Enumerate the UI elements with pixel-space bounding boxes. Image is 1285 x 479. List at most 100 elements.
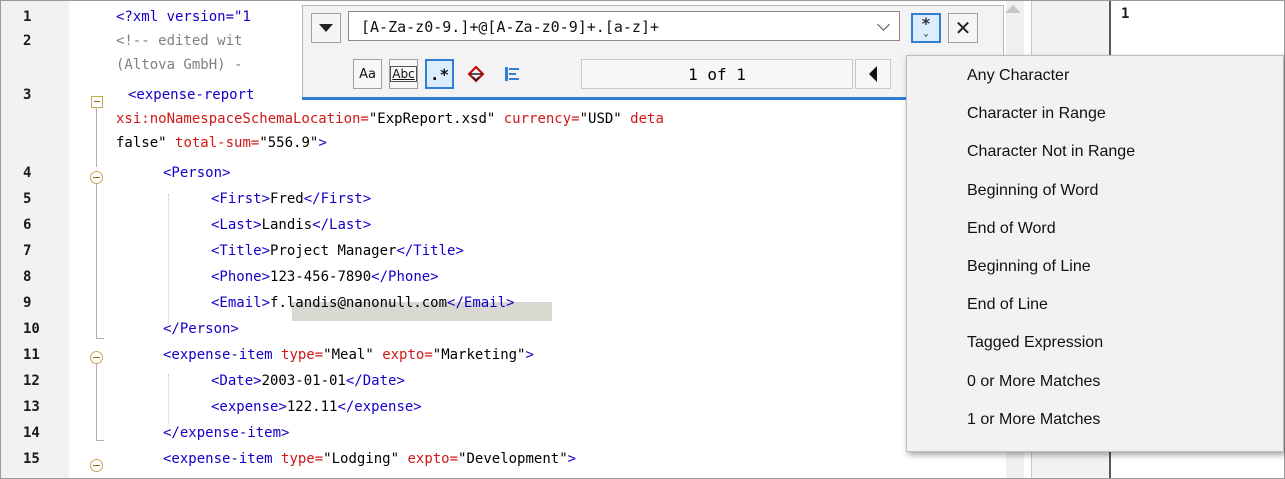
code-token: <Last> [211, 217, 262, 233]
whole-word-label: Abc [390, 66, 417, 82]
line-number: 13 [23, 399, 40, 415]
line-number: 1 [23, 9, 32, 25]
match-count: 1 of 1 [581, 59, 853, 89]
code-token: <!-- edited wit [116, 33, 243, 49]
whole-word-button[interactable]: Abc [389, 59, 418, 89]
regex-menu-item[interactable]: Character Not in Range [967, 143, 1135, 161]
fold-toggle-expense-report[interactable] [91, 96, 103, 108]
line-number: 9 [23, 295, 32, 311]
code-token: 122.11 [286, 399, 338, 415]
code-token: xsi:noNamespaceSchemaLocation= [116, 111, 369, 127]
code-token: > [525, 347, 534, 363]
code-token: "556.9" [259, 135, 319, 151]
regex-builder-menu: Any Character Character in Range Character… [906, 55, 1284, 452]
search-input-value: [A-Za-z0-9.]+@[A-Za-z0-9]+.[a-z]+ [361, 18, 660, 36]
indent-guide [168, 374, 169, 424]
chevron-down-icon: ⌄ [923, 29, 929, 39]
line-number: 7 [23, 243, 32, 259]
code-token: expto= [407, 451, 459, 467]
code-token: </Person> [163, 321, 239, 337]
code-token: false" [116, 135, 176, 151]
code-token: type= [281, 347, 324, 363]
regex-menu-item[interactable]: Character in Range [967, 105, 1106, 123]
code-token: <Title> [211, 243, 271, 259]
code-token: <Phone> [211, 269, 271, 285]
indent-guide [168, 194, 169, 324]
search-in-selection-icon[interactable] [497, 59, 526, 89]
previous-match-arrow-icon[interactable] [855, 59, 891, 89]
code-token: </First> [303, 191, 372, 207]
code-token: "ExpReport.xsd" [368, 111, 504, 127]
regex-menu-item[interactable]: Beginning of Word [967, 182, 1098, 200]
align-left-icon [504, 67, 519, 81]
code-token: (Altova GmbH) - [116, 57, 243, 73]
scroll-up-arrow-icon[interactable] [1005, 5, 1021, 13]
line-number: 5 [23, 191, 32, 207]
fold-end [96, 338, 104, 339]
find-bar-accent-line [302, 97, 906, 100]
line-number: 11 [23, 347, 40, 363]
code-token: "Marketing" [432, 347, 526, 363]
code-token: <Email> [211, 295, 271, 311]
regex-builder-button[interactable]: * ⌄ [911, 13, 941, 43]
line-number: 4 [23, 165, 32, 181]
code-line: <expense-item type="Meal" expto="Marketi… [163, 347, 534, 363]
code-line: xsi:noNamespaceSchemaLocation="ExpReport… [116, 111, 664, 127]
line-number: 15 [23, 451, 40, 467]
code-token: > [567, 451, 577, 467]
line-number: 3 [23, 87, 32, 103]
code-line: (Altova GmbH) - [116, 57, 242, 73]
code-token: </Last> [312, 217, 372, 233]
fold-end [96, 440, 104, 441]
regex-icon: .* [429, 64, 450, 84]
close-icon[interactable]: ✕ [948, 13, 978, 43]
regex-menu-item[interactable]: 1 or More Matches [967, 411, 1100, 429]
code-line: <expense-report [128, 87, 254, 103]
regex-menu-item[interactable]: Any Character [967, 67, 1069, 85]
code-token: currency= [503, 111, 580, 127]
line-number: 10 [23, 321, 40, 337]
code-token: </expense-item> [163, 425, 290, 441]
code-line: <expense>122.11</expense> [211, 399, 422, 415]
code-token: deta [630, 111, 664, 127]
line-number: 6 [23, 217, 32, 233]
fold-toggle-person[interactable] [90, 171, 103, 184]
code-token: </Email> [447, 295, 515, 311]
code-token: <expense-item [163, 347, 282, 363]
code-line: </Person> [163, 321, 239, 337]
line-number: 8 [23, 269, 32, 285]
code-token: </Phone> [371, 269, 439, 285]
code-token: f.landis@nanonull.com [270, 295, 448, 311]
toggle-replace-icon[interactable] [311, 13, 341, 43]
code-line: <Last>Landis</Last> [211, 217, 371, 233]
code-line: <?xml version="1 [116, 9, 251, 25]
code-line: <First>Fred</First> [211, 191, 371, 207]
code-token: > [318, 135, 327, 151]
regex-menu-item[interactable]: Beginning of Line [967, 258, 1091, 276]
regex-menu-item[interactable]: 0 or More Matches [967, 373, 1100, 391]
find-bar: [A-Za-z0-9.]+@[A-Za-z0-9]+.[a-z]+ * ⌄ ✕ … [302, 5, 1004, 100]
code-line: </expense-item> [163, 425, 289, 441]
code-token: <?xml version="1 [116, 9, 251, 25]
xml-tag-icon [467, 65, 484, 83]
regex-menu-item[interactable]: Tagged Expression [967, 334, 1103, 352]
regex-menu-item[interactable]: End of Word [967, 220, 1056, 238]
fold-toggle-expense-item-2[interactable] [90, 459, 103, 472]
match-case-label: Aa [359, 66, 376, 82]
code-line: <Email>f.landis@nanonull.com</Email> [211, 295, 514, 311]
regex-toggle-button[interactable]: .* [425, 59, 454, 89]
regex-menu-item[interactable]: End of Line [967, 296, 1048, 314]
line-number: 2 [23, 33, 32, 49]
code-line: <Phone>123-456-7890</Phone> [211, 269, 439, 285]
code-token: total-sum= [175, 135, 260, 151]
code-token: type= [281, 451, 324, 467]
xml-aware-search-icon[interactable] [461, 59, 490, 89]
code-token: </expense> [337, 399, 422, 415]
fold-line [96, 184, 97, 339]
code-line: <!-- edited wit [116, 33, 242, 49]
code-token: <First> [211, 191, 271, 207]
match-case-button[interactable]: Aa [353, 59, 382, 89]
code-token: 123-456-7890 [270, 269, 372, 285]
code-token: expto= [382, 347, 433, 363]
fold-toggle-expense-item-1[interactable] [90, 351, 103, 364]
